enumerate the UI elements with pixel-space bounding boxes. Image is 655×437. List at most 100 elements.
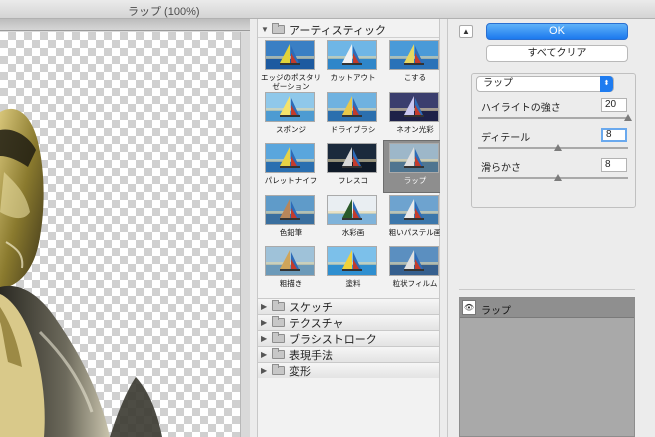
category-label: テクスチャ (289, 317, 344, 330)
thumbnail-image (389, 92, 439, 122)
thumbnail-label: スポンジ (276, 125, 306, 134)
folder-icon (272, 23, 285, 34)
thumbnail-label: 色鉛筆 (279, 228, 303, 237)
slider-thumb[interactable] (554, 174, 562, 181)
folder-icon (272, 364, 285, 375)
preview-image (0, 108, 162, 437)
thumbnail-image (327, 143, 377, 173)
filter-select-dropdown[interactable]: ラップ ⬍ (476, 76, 614, 92)
window-title: ラップ (100%) (128, 6, 200, 18)
smoothness-slider[interactable] (478, 174, 628, 181)
filter-list-scrollbar[interactable] (440, 19, 448, 437)
triangle-right-icon: ▶ (261, 334, 268, 343)
title-bar: ラップ (100%) (0, 0, 655, 19)
clear-all-button[interactable]: すべてクリア (486, 45, 628, 62)
folder-icon (272, 300, 285, 311)
detail-input[interactable]: 8 (601, 128, 627, 142)
category-label: 変形 (289, 365, 311, 378)
category-label: アーティスティック (289, 24, 387, 37)
thumbnail-image (327, 246, 377, 276)
preview-area (0, 19, 250, 437)
filter-thumbnail[interactable]: フレスコ (323, 143, 385, 199)
filter-thumbnail[interactable]: こする (385, 40, 447, 96)
smoothness-input[interactable]: 8 (601, 158, 627, 172)
thumbnail-label: 粗いパステル画 (388, 228, 442, 237)
chevron-updown-icon: ⬍ (600, 76, 613, 92)
category-header[interactable]: ▶ テクスチャ (258, 314, 439, 330)
thumbnail-image (327, 40, 377, 70)
thumbnail-image (265, 40, 315, 70)
preview-scroll-edge (240, 32, 250, 437)
category-header[interactable]: ▶ 変形 (258, 362, 439, 378)
triangle-right-icon: ▶ (261, 366, 268, 375)
category-header[interactable]: ▶ ブラシストローク (258, 330, 439, 346)
folder-icon (272, 348, 285, 359)
thumbnail-image (265, 246, 315, 276)
filter-thumbnail[interactable]: カットアウト (323, 40, 385, 96)
detail-slider[interactable] (478, 144, 628, 151)
slider-thumb[interactable] (624, 114, 632, 121)
effect-layer-row[interactable]: 👁 ラップ (460, 298, 634, 318)
highlight-strength-input[interactable]: 20 (601, 98, 627, 112)
triangle-right-icon: ▶ (261, 302, 268, 311)
settings-panel: ▲ OK すべてクリア ラップ ⬍ ハイライトの強さ 20 ディテール 8 滑ら… (449, 19, 655, 437)
filter-thumbnail[interactable]: 塗料 (323, 246, 385, 302)
detail-label: ディテール (481, 133, 531, 144)
category-label: ブラシストローク (289, 333, 377, 346)
thumbnail-image (265, 92, 315, 122)
thumbnail-label: 粒状フィルム (392, 279, 438, 288)
category-label: スケッチ (289, 301, 333, 314)
ok-button[interactable]: OK (486, 23, 628, 40)
folder-icon (272, 332, 285, 343)
filter-thumbnail[interactable]: 水彩画 (323, 195, 385, 251)
thumbnail-image (389, 40, 439, 70)
filter-select-value: ラップ (483, 78, 513, 89)
folder-icon (272, 316, 285, 327)
panel-divider (459, 289, 635, 290)
thumbnail-label: こする (403, 73, 427, 82)
thumbnail-label: パレットナイフ (264, 176, 318, 185)
triangle-down-icon: ▼ (261, 25, 269, 34)
thumbnail-image (327, 92, 377, 122)
thumbnail-image (265, 143, 315, 173)
preview-top-strip (0, 19, 250, 31)
thumbnail-label: エッジのポスタリゼーション (261, 73, 321, 91)
filter-thumbnail[interactable]: 粗描き (261, 246, 323, 302)
filter-thumbnail[interactable]: ラップ (383, 140, 447, 199)
thumbnail-image (389, 246, 439, 276)
thumbnail-label: ドライブラシ (330, 125, 376, 134)
slider-thumb[interactable] (554, 144, 562, 151)
eye-icon[interactable]: 👁 (462, 300, 476, 315)
triangle-right-icon: ▶ (261, 350, 268, 359)
filter-thumbnail[interactable]: 粗いパステル画 (385, 195, 447, 251)
thumbnail-image (389, 143, 439, 173)
category-artistic[interactable]: ▼ アーティスティック (258, 22, 439, 38)
thumbnail-label: 水彩画 (341, 228, 365, 237)
highlight-strength-slider[interactable] (478, 114, 632, 121)
collapse-gallery-button[interactable]: ▲ (459, 25, 473, 38)
triangle-right-icon: ▶ (261, 318, 268, 327)
category-header[interactable]: ▶ 表現手法 (258, 346, 439, 362)
filter-list-panel: ▼ アーティスティック エッジのポスタリゼーション カットアウト こするスポンジ ドラ… (257, 19, 447, 437)
thumbnail-image (265, 195, 315, 225)
filter-thumbnail[interactable]: エッジのポスタリゼーション (261, 40, 323, 96)
thumbnail-label: フレスコ (338, 176, 368, 185)
smoothness-label: 滑らかさ (481, 163, 521, 174)
thumbnail-label: ネオン光彩 (396, 125, 434, 134)
thumbnail-image (327, 195, 377, 225)
filter-thumbnail[interactable]: ドライブラシ (323, 92, 385, 148)
effect-layer-name: ラップ (481, 306, 511, 317)
thumbnail-label: 塗料 (345, 279, 361, 288)
thumbnail-image (389, 195, 439, 225)
filter-thumbnail[interactable]: 色鉛筆 (261, 195, 323, 251)
thumbnail-label: 粗描き (279, 279, 303, 288)
thumbnail-label: カットアウト (330, 73, 376, 82)
filter-thumbnail[interactable]: スポンジ (261, 92, 323, 148)
category-label: 表現手法 (289, 349, 333, 362)
category-header[interactable]: ▶ スケッチ (258, 298, 439, 314)
preview-canvas[interactable] (0, 32, 240, 437)
highlight-strength-label: ハイライトの強さ (481, 103, 561, 114)
filter-thumbnail[interactable]: 粒状フィルム (385, 246, 447, 302)
effect-layers-list: 👁 ラップ (459, 297, 635, 437)
filter-thumbnail[interactable]: パレットナイフ (261, 143, 323, 199)
